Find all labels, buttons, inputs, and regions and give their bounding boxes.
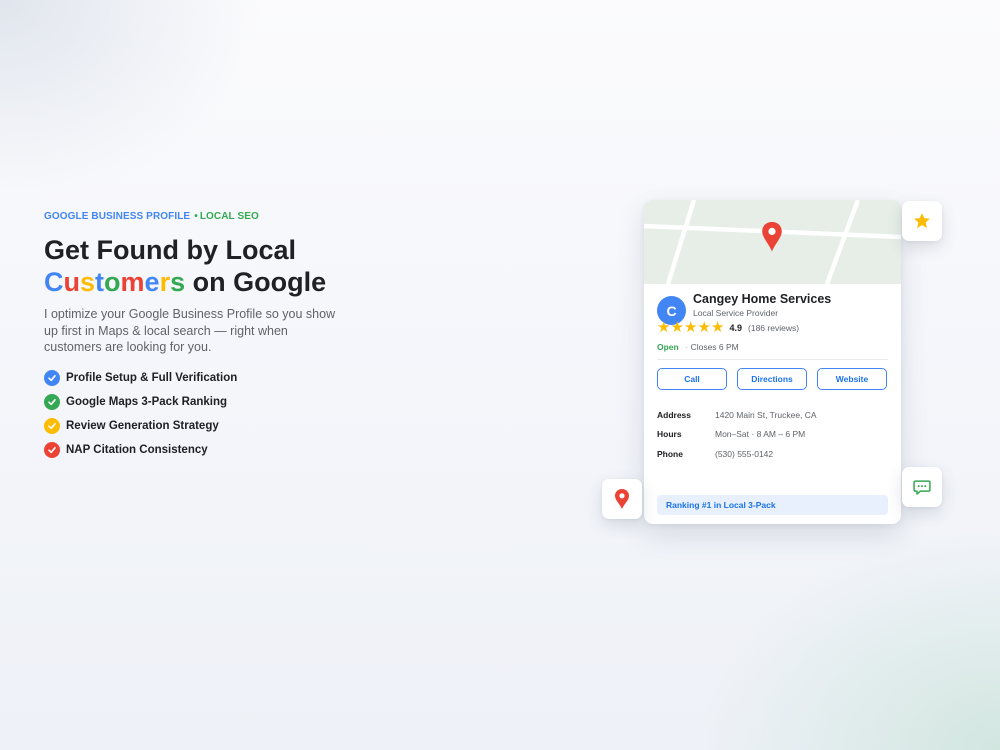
call-button[interactable]: Call [657,368,727,390]
star-tile [902,201,942,241]
headline-letter: u [63,267,81,297]
rating-row[interactable]: ★ ★ ★ ★ ★ 4.9 (186 reviews) [657,319,799,336]
hero-headline: Get Found by Local Customers on Google [44,234,384,298]
map-roads [644,200,901,284]
status-open: Open [657,342,679,352]
phone-label: Phone [657,448,683,459]
checkmark-icon [44,441,60,458]
phone-value[interactable]: (530) 555-0142 [715,449,773,459]
feature-item: Review Generation Strategy [44,417,384,434]
detail-row-phone: Phone (530) 555-0142 [657,444,817,464]
directions-button[interactable]: Directions [737,368,807,390]
feature-label: Profile Setup & Full Verification [66,371,238,384]
headline-letter: e [144,267,160,297]
review-count[interactable]: (186 reviews) [748,323,799,333]
hours-label: Hours [657,429,682,440]
star-rating: ★ ★ ★ ★ ★ [657,319,725,336]
feature-item: Profile Setup & Full Verification [44,369,384,386]
hero-subtitle: I optimize your Google Business Profile … [44,307,336,354]
map-preview[interactable] [644,200,901,284]
business-category: Local Service Provider [693,308,779,318]
action-buttons: Call Directions Website [657,368,887,390]
rating-value: 4.9 [729,322,743,333]
divider [657,359,888,360]
location-pin-icon [615,489,629,509]
status-separator: · [684,342,688,352]
headline-letter: t [95,267,105,297]
star-icon: ★ [670,319,684,336]
feature-item: Google Maps 3-Pack Ranking [44,393,384,410]
eyebrow: GOOGLE BUSINESS PROFILE • LOCAL SEO [44,211,384,222]
detail-row-hours: Hours Mon–Sat · 8 AM – 6 PM [657,425,817,445]
feature-label: Google Maps 3-Pack Ranking [66,395,228,408]
star-icon: ★ [657,319,671,336]
status-closes: Closes 6 PM [690,342,739,352]
feature-label: Review Generation Strategy [66,419,219,432]
hero-section: GOOGLE BUSINESS PROFILE • LOCAL SEO Get Fo… [44,211,384,466]
headline-letter: C [44,267,64,297]
star-icon: ★ [684,319,698,336]
ranking-badge: Ranking #1 in Local 3-Pack [657,495,888,515]
chat-bubble-icon [913,480,931,495]
checkmark-icon [44,417,60,434]
headline-colored-word: Customers [44,267,185,297]
eyebrow-secondary: LOCAL SEO [199,211,259,222]
feature-label: NAP Citation Consistency [66,443,208,456]
headline-line-2: Customers on Google [44,266,384,298]
address-value: 1420 Main St, Truckee, CA [715,409,817,420]
headline-letter: s [170,267,186,297]
address-label: Address [657,409,692,420]
feature-list: Profile Setup & Full Verification Google… [44,369,384,458]
checkmark-icon [44,369,60,386]
star-icon [914,213,930,228]
chat-tile [902,467,942,507]
website-button[interactable]: Website [817,368,887,390]
eyebrow-primary: GOOGLE BUSINESS PROFILE [44,211,191,222]
business-details: Address 1420 Main St, Truckee, CA Hours … [657,405,817,464]
headline-letter: o [104,267,121,297]
location-pin-tile [602,479,642,519]
star-icon: ★ [697,319,711,336]
detail-row-address: Address 1420 Main St, Truckee, CA [657,405,817,425]
feature-item: NAP Citation Consistency [44,441,384,458]
headline-line-2-rest: on Google [185,267,327,297]
star-icon: ★ [711,319,725,336]
headline-letter: s [80,267,96,297]
open-status: Open · Closes 6 PM [657,342,739,352]
eyebrow-separator: • [194,211,198,222]
business-profile-card: C Cangey Home Services Local Service Pro… [644,200,901,524]
headline-line-1: Get Found by Local [44,235,297,265]
headline-letter: r [159,267,171,297]
hours-value: Mon–Sat · 8 AM – 6 PM [715,429,806,440]
headline-letter: m [120,267,145,297]
business-name[interactable]: Cangey Home Services [693,292,831,306]
checkmark-icon [44,393,60,410]
